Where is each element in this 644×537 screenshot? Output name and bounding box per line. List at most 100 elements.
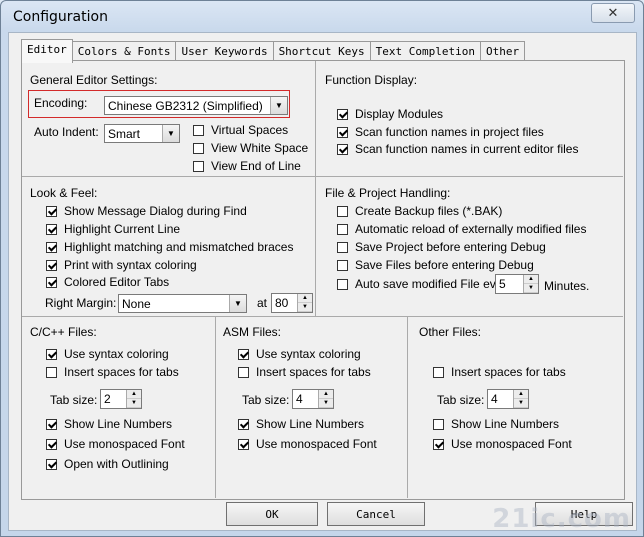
checkbox-box[interactable] [46,366,57,378]
spin-up-icon[interactable]: ▲ [524,275,538,284]
close-icon: ✕ [607,5,619,20]
tab-shortcut-keys[interactable]: Shortcut Keys [272,41,371,62]
checkbox-box[interactable] [46,241,57,253]
spin-down-icon[interactable]: ▼ [514,399,528,408]
save-project-checkbox[interactable]: Save Project before entering Debug [337,240,546,254]
spin-down-icon[interactable]: ▼ [298,303,312,312]
asm-insert-spaces-checkbox[interactable]: Insert spaces for tabs [238,365,371,379]
checkbox-box[interactable] [46,348,57,360]
checkbox-box[interactable] [193,160,204,172]
checkbox-box[interactable] [46,276,57,288]
checkbox-box[interactable] [238,348,249,360]
asm-insert-spaces-label: Insert spaces for tabs [256,365,371,379]
ok-button[interactable]: OK [226,502,318,526]
cpp-syntax-checkbox[interactable]: Use syntax coloring [46,347,169,361]
other-monospaced-checkbox[interactable]: Use monospaced Font [433,437,572,451]
highlight-line-checkbox[interactable]: Highlight Current Line [46,222,180,236]
spin-up-icon[interactable]: ▲ [514,390,528,399]
other-line-numbers-checkbox[interactable]: Show Line Numbers [433,417,559,431]
asm-syntax-checkbox[interactable]: Use syntax coloring [238,347,361,361]
checkbox-box[interactable] [337,259,348,271]
chevron-down-icon[interactable]: ▼ [162,125,179,142]
spin-up-icon[interactable]: ▲ [127,390,141,399]
auto-reload-checkbox[interactable]: Automatic reload of externally modified … [337,222,586,236]
checkbox-box[interactable] [337,278,348,290]
chevron-down-icon[interactable]: ▼ [229,295,246,312]
spin-down-icon[interactable]: ▼ [127,399,141,408]
checkbox-box[interactable] [46,418,57,430]
highlight-line-label: Highlight Current Line [64,222,181,236]
spin-down-icon[interactable]: ▼ [319,399,333,408]
checkbox-box[interactable] [46,205,57,217]
asm-tab-size-value: 4 [296,392,303,406]
checkbox-box[interactable] [46,438,57,450]
tab-user-keywords[interactable]: User Keywords [175,41,274,62]
checkbox-box[interactable] [46,259,57,271]
encoding-select[interactable]: Chinese GB2312 (Simplified) ▼ [104,96,288,115]
checkbox-box[interactable] [238,418,249,430]
asm-monospaced-label: Use monospaced Font [256,437,377,451]
checkbox-box[interactable] [337,108,348,120]
other-insert-spaces-checkbox[interactable]: Insert spaces for tabs [433,365,566,379]
other-insert-spaces-label: Insert spaces for tabs [451,365,566,379]
tab-text-completion[interactable]: Text Completion [369,41,481,62]
checkbox-box[interactable] [337,241,348,253]
colored-tabs-checkbox[interactable]: Colored Editor Tabs [46,275,169,289]
checkbox-box[interactable] [193,142,204,154]
close-button[interactable]: ✕ [591,3,635,23]
checkbox-box[interactable] [337,223,348,235]
other-monospaced-label: Use monospaced Font [451,437,572,451]
checkbox-box[interactable] [433,366,444,378]
asm-tab-size-label: Tab size: [242,393,290,407]
auto-save-spinner[interactable]: 5 ▲ ▼ [495,274,539,294]
checkbox-box[interactable] [337,126,348,138]
auto-save-minutes: 5 [499,277,506,291]
print-syntax-checkbox[interactable]: Print with syntax coloring [46,258,197,272]
checkbox-box[interactable] [238,366,249,378]
auto-save-checkbox[interactable]: Auto save modified File every [337,277,512,291]
checkbox-box[interactable] [337,205,348,217]
asm-monospaced-checkbox[interactable]: Use monospaced Font [238,437,377,451]
checkbox-box[interactable] [433,418,444,430]
view-end-of-line-checkbox[interactable]: View End of Line [193,159,301,173]
checkbox-box[interactable] [433,438,444,450]
cpp-outlining-checkbox[interactable]: Open with Outlining [46,457,169,471]
display-modules-checkbox[interactable]: Display Modules [337,107,443,121]
show-message-checkbox[interactable]: Show Message Dialog during Find [46,204,247,218]
spin-up-icon[interactable]: ▲ [298,294,312,303]
tab-other[interactable]: Other [480,41,526,62]
highlight-braces-checkbox[interactable]: Highlight matching and mismatched braces [46,240,293,254]
view-white-space-checkbox[interactable]: View White Space [193,141,308,155]
watermark-logo: 21ic.com [492,504,631,534]
scan-project-checkbox[interactable]: Scan function names in project files [337,125,544,139]
asm-tab-size-spinner[interactable]: 4 ▲ ▼ [292,389,334,409]
checkbox-box[interactable] [337,143,348,155]
asm-line-numbers-checkbox[interactable]: Show Line Numbers [238,417,364,431]
other-tab-size-spinner[interactable]: 4 ▲ ▼ [487,389,529,409]
right-margin-select[interactable]: None ▼ [118,294,247,313]
cancel-button[interactable]: Cancel [327,502,425,526]
cpp-line-numbers-checkbox[interactable]: Show Line Numbers [46,417,172,431]
spin-down-icon[interactable]: ▼ [524,284,538,293]
checkbox-box[interactable] [238,438,249,450]
save-files-checkbox[interactable]: Save Files before entering Debug [337,258,534,272]
checkbox-box[interactable] [46,458,57,470]
spin-up-icon[interactable]: ▲ [319,390,333,399]
backup-label: Create Backup files (*.BAK) [355,204,503,218]
auto-indent-select[interactable]: Smart ▼ [104,124,180,143]
at-label: at [257,296,268,310]
backup-checkbox[interactable]: Create Backup files (*.BAK) [337,204,502,218]
checkbox-box[interactable] [193,124,204,136]
tab-editor[interactable]: Editor [21,39,73,63]
scan-editor-checkbox[interactable]: Scan function names in current editor fi… [337,142,578,156]
checkbox-box[interactable] [46,223,57,235]
cpp-tab-size-spinner[interactable]: 2 ▲ ▼ [100,389,142,409]
right-margin-spinner[interactable]: 80 ▲ ▼ [271,293,313,313]
editor-tab-panel: General Editor Settings: Encoding: Chine… [21,60,625,500]
chevron-down-icon[interactable]: ▼ [270,97,287,114]
cpp-monospaced-checkbox[interactable]: Use monospaced Font [46,437,185,451]
tab-colors-fonts[interactable]: Colors & Fonts [71,41,177,62]
auto-save-label: Auto save modified File every [355,277,513,291]
virtual-spaces-checkbox[interactable]: Virtual Spaces [193,123,288,137]
cpp-insert-spaces-checkbox[interactable]: Insert spaces for tabs [46,365,179,379]
